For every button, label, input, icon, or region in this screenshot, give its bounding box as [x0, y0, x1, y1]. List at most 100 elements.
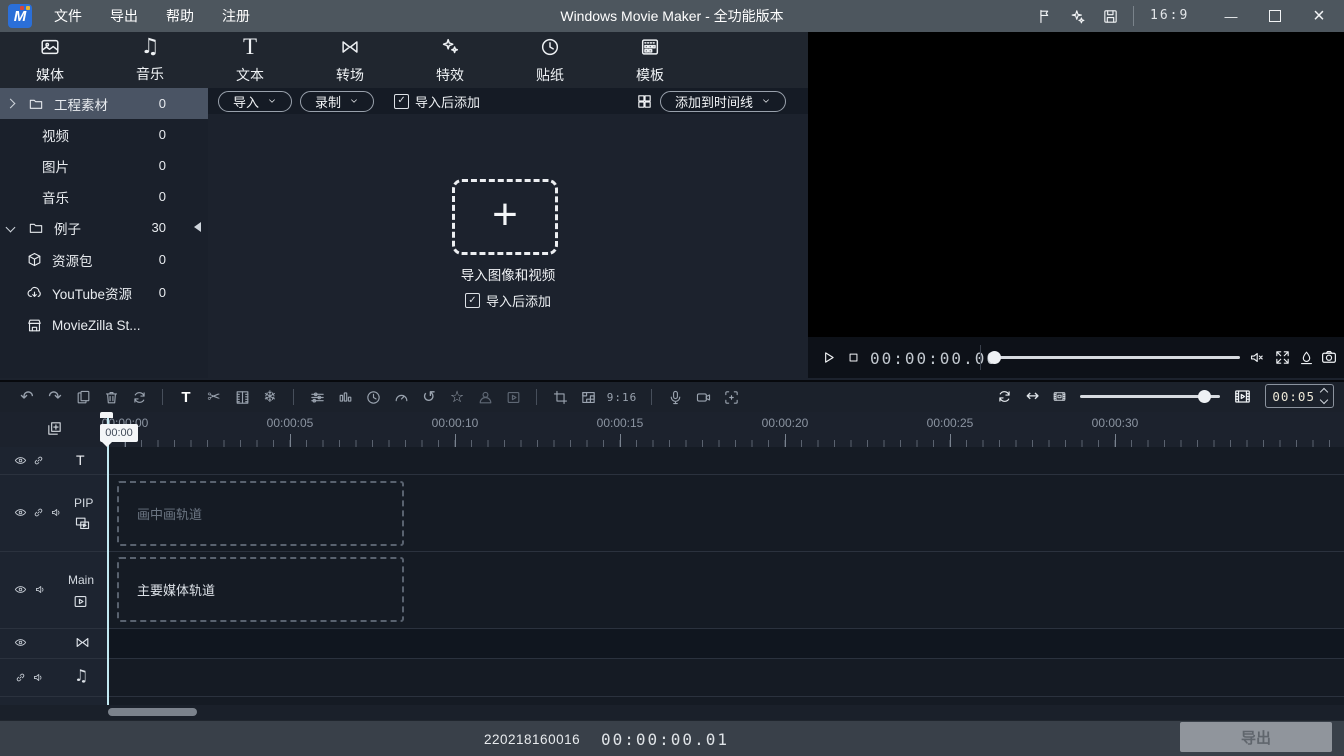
- audio-mixer-icon[interactable]: [336, 389, 354, 406]
- close-button[interactable]: ×: [1298, 0, 1340, 32]
- copy-paste-icon[interactable]: [74, 389, 92, 406]
- transition-track-bg[interactable]: [108, 628, 1344, 658]
- tab-stickers[interactable]: 贴纸: [500, 32, 600, 88]
- video-preview-screen: [808, 32, 1344, 337]
- seek-slider-handle[interactable]: [988, 351, 1001, 364]
- play-clip-icon[interactable]: [504, 389, 522, 406]
- duration-clock-icon[interactable]: [364, 389, 382, 406]
- zoom-out-film-icon[interactable]: [1052, 389, 1067, 404]
- tab-effects[interactable]: 特效: [400, 32, 500, 88]
- record-label: 录制: [315, 92, 341, 111]
- freeze-frame-icon[interactable]: ❄: [261, 389, 279, 405]
- pin-flag-icon[interactable]: [1028, 0, 1060, 32]
- clip-duration-spinner[interactable]: 00:05: [1265, 384, 1334, 408]
- sidebar-item-label: 工程素材: [54, 94, 108, 114]
- undo-icon[interactable]: ↶: [18, 389, 36, 405]
- microphone-record-icon[interactable]: [666, 389, 684, 406]
- grid-view-icon[interactable]: [636, 93, 653, 110]
- sidebar-item-project-media[interactable]: 工程素材 0: [0, 88, 208, 119]
- speaker-icon[interactable]: [32, 671, 45, 684]
- sidebar-item-moviezilla-store[interactable]: MovieZilla St...: [0, 310, 208, 341]
- portrait-aspect-button[interactable]: 9:16: [607, 391, 637, 404]
- zoom-slider-handle[interactable]: [1198, 390, 1211, 403]
- sidebar-item-resource-pack[interactable]: 资源包 0: [0, 244, 208, 275]
- sidebar-item-music[interactable]: 音乐 0: [0, 181, 208, 212]
- redo-icon[interactable]: ↷: [46, 389, 64, 405]
- link-icon[interactable]: [32, 506, 45, 519]
- tab-music[interactable]: ♫ 音乐: [100, 32, 200, 88]
- tab-transition[interactable]: 转场: [300, 32, 400, 88]
- media-library-panel: 导入 录制 ✓ 导入后添加 添加到时间线 + 导入图像和视频 ✓: [208, 88, 808, 378]
- menu-file[interactable]: 文件: [40, 0, 96, 32]
- refresh-sync-icon[interactable]: [996, 388, 1013, 405]
- sidebar-item-examples[interactable]: 例子 30: [0, 212, 208, 243]
- eye-visibility-icon[interactable]: [14, 583, 27, 596]
- tab-media[interactable]: 媒体: [0, 32, 100, 88]
- face-off-icon[interactable]: [476, 389, 494, 406]
- link-icon[interactable]: [32, 454, 45, 467]
- timeline-zoom-slider[interactable]: [1080, 395, 1220, 398]
- menu-register[interactable]: 注册: [208, 0, 264, 32]
- sidebar-item-youtube[interactable]: YouTube资源 0: [0, 277, 208, 308]
- eye-visibility-icon[interactable]: [14, 454, 27, 467]
- eye-visibility-icon[interactable]: [14, 636, 27, 649]
- rotate-icon[interactable]: ↺: [420, 389, 438, 405]
- add-track-icon[interactable]: [46, 420, 63, 437]
- horizontal-scrollbar-thumb[interactable]: [108, 708, 197, 716]
- import-dropzone[interactable]: +: [452, 179, 558, 255]
- add-to-timeline-button[interactable]: 添加到时间线: [660, 91, 786, 112]
- minimize-button[interactable]: —: [1210, 0, 1252, 32]
- tab-templates[interactable]: 模板: [600, 32, 700, 88]
- stop-button[interactable]: [846, 350, 861, 365]
- crop-icon[interactable]: [551, 389, 569, 406]
- snapshot-camera-icon[interactable]: [1320, 348, 1338, 366]
- sidebar-item-pictures[interactable]: 图片 0: [0, 150, 208, 181]
- speaker-icon[interactable]: [34, 583, 47, 596]
- record-button[interactable]: 录制: [300, 91, 374, 112]
- add-after-import-checkbox[interactable]: ✓ 导入后添加: [394, 92, 480, 111]
- import-button[interactable]: 导入: [218, 91, 292, 112]
- main-track-placeholder[interactable]: 主要媒体轨道: [117, 557, 404, 622]
- seek-slider[interactable]: [990, 356, 1240, 359]
- adjust-sliders-icon[interactable]: [308, 389, 326, 406]
- chevron-down-icon[interactable]: [6, 223, 16, 233]
- maximize-icon: [1269, 10, 1281, 22]
- fullscreen-expand-icon[interactable]: [1274, 349, 1291, 366]
- menu-help[interactable]: 帮助: [152, 0, 208, 32]
- add-text-icon[interactable]: T: [177, 389, 195, 406]
- color-fill-icon[interactable]: [1298, 349, 1315, 366]
- speed-gauge-icon[interactable]: [392, 389, 410, 406]
- cut-scissors-icon[interactable]: ✂: [205, 389, 223, 405]
- zoom-in-film-icon[interactable]: [1233, 387, 1252, 406]
- fit-timeline-icon[interactable]: ↔: [1026, 388, 1039, 404]
- panel-collapse-arrow-icon[interactable]: [194, 222, 201, 232]
- eye-visibility-icon[interactable]: [14, 506, 27, 519]
- save-icon[interactable]: [1094, 0, 1126, 32]
- camera-record-icon[interactable]: [694, 389, 712, 406]
- tab-text[interactable]: T 文本: [200, 32, 300, 88]
- pip-track-placeholder[interactable]: 画中画轨道: [117, 481, 404, 546]
- export-button[interactable]: 导出: [1180, 722, 1332, 752]
- maximize-button[interactable]: [1254, 0, 1296, 32]
- spinner-arrows[interactable]: [1321, 389, 1327, 403]
- playhead-grip[interactable]: [100, 412, 113, 418]
- sidebar-item-videos[interactable]: 视频 0: [0, 119, 208, 150]
- timeline-ruler[interactable]: 00:00:00 00:00:05 00:00:10 00:00:15 00:0…: [108, 412, 1344, 447]
- volume-mute-icon[interactable]: [1248, 349, 1265, 366]
- link-icon[interactable]: [14, 671, 27, 684]
- spinner-down-icon[interactable]: [1320, 396, 1328, 404]
- checkbox-icon: ✓: [465, 293, 480, 308]
- playhead-line[interactable]: [107, 412, 109, 705]
- sparkle-upgrade-icon[interactable]: [1061, 0, 1093, 32]
- delete-trash-icon[interactable]: [102, 389, 120, 406]
- replace-icon[interactable]: [130, 389, 148, 406]
- chevron-right-icon[interactable]: [6, 99, 16, 109]
- screen-capture-icon[interactable]: [722, 389, 740, 406]
- menu-export[interactable]: 导出: [96, 0, 152, 32]
- dropzone-add-after-import-checkbox[interactable]: ✓ 导入后添加: [208, 291, 808, 310]
- split-clip-icon[interactable]: [233, 389, 251, 406]
- mosaic-icon[interactable]: [579, 389, 597, 406]
- play-button[interactable]: [820, 349, 837, 366]
- favorite-star-icon[interactable]: ☆: [448, 389, 466, 405]
- speaker-icon[interactable]: [50, 506, 63, 519]
